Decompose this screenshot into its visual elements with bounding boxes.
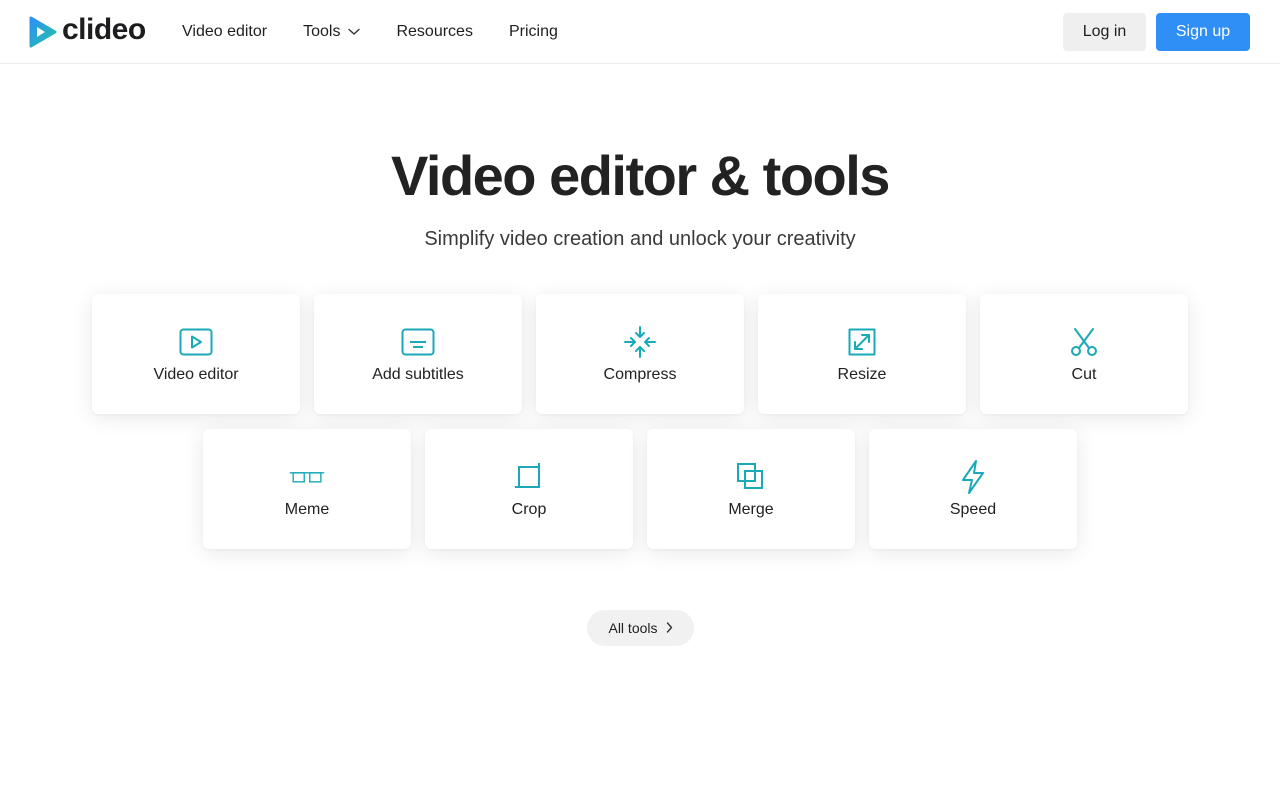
- tool-label: Add subtitles: [372, 366, 464, 383]
- nav-pricing[interactable]: Pricing: [509, 23, 558, 41]
- all-tools-label: All tools: [608, 620, 658, 636]
- tool-card-compress[interactable]: Compress: [536, 294, 744, 414]
- signup-button[interactable]: Sign up: [1156, 13, 1250, 51]
- main-nav: Video editor Tools Resources Pricing: [182, 0, 594, 64]
- tool-label: Speed: [949, 501, 997, 518]
- tool-label: Merge: [728, 501, 774, 518]
- page-subtitle: Simplify video creation and unlock your …: [424, 228, 856, 250]
- page-title: Video editor & tools: [391, 144, 890, 207]
- logo-play-icon: [29, 16, 57, 48]
- tool-card-merge[interactable]: Merge: [647, 429, 855, 549]
- tool-card-speed[interactable]: Speed: [869, 429, 1077, 549]
- scissors-icon: [1066, 326, 1102, 358]
- chevron-down-icon: [348, 23, 361, 41]
- logo-wordmark: clideo: [62, 13, 146, 46]
- nav-label: Tools: [303, 23, 341, 40]
- site-header: clideo Video editor Tools Resources Pric…: [0, 0, 1280, 64]
- nav-label: Resources: [396, 23, 473, 40]
- chevron-right-icon: [666, 620, 673, 636]
- tool-card-crop[interactable]: Crop: [425, 429, 633, 549]
- tool-label: Meme: [284, 501, 330, 518]
- tool-card-cut[interactable]: Cut: [980, 294, 1188, 414]
- tool-card-add-subtitles[interactable]: Add subtitles: [314, 294, 522, 414]
- crop-icon: [511, 461, 547, 493]
- glasses-icon: [289, 461, 325, 493]
- clideo-logo[interactable]: clideo: [29, 13, 146, 48]
- merge-icon: [733, 461, 769, 493]
- nav-video-editor[interactable]: Video editor: [182, 23, 267, 41]
- play-icon: [178, 326, 214, 358]
- tool-card-resize[interactable]: Resize: [758, 294, 966, 414]
- login-button[interactable]: Log in: [1063, 13, 1146, 51]
- all-tools-button[interactable]: All tools: [587, 610, 694, 646]
- tool-label: Compress: [603, 366, 677, 383]
- nav-tools[interactable]: Tools: [303, 23, 361, 41]
- tool-card-meme[interactable]: Meme: [203, 429, 411, 549]
- tool-label: Crop: [511, 501, 547, 518]
- nav-resources[interactable]: Resources: [396, 23, 472, 41]
- tool-label: Cut: [1071, 366, 1097, 383]
- tool-label: Video editor: [153, 366, 239, 383]
- subtitles-icon: [400, 326, 436, 358]
- nav-label: Pricing: [508, 23, 558, 40]
- resize-icon: [844, 326, 880, 358]
- tool-card-video-editor[interactable]: Video editor: [92, 294, 300, 414]
- compress-icon: [622, 326, 658, 358]
- lightning-icon: [955, 460, 991, 494]
- nav-label: Video editor: [182, 23, 268, 40]
- tool-label: Resize: [837, 366, 887, 383]
